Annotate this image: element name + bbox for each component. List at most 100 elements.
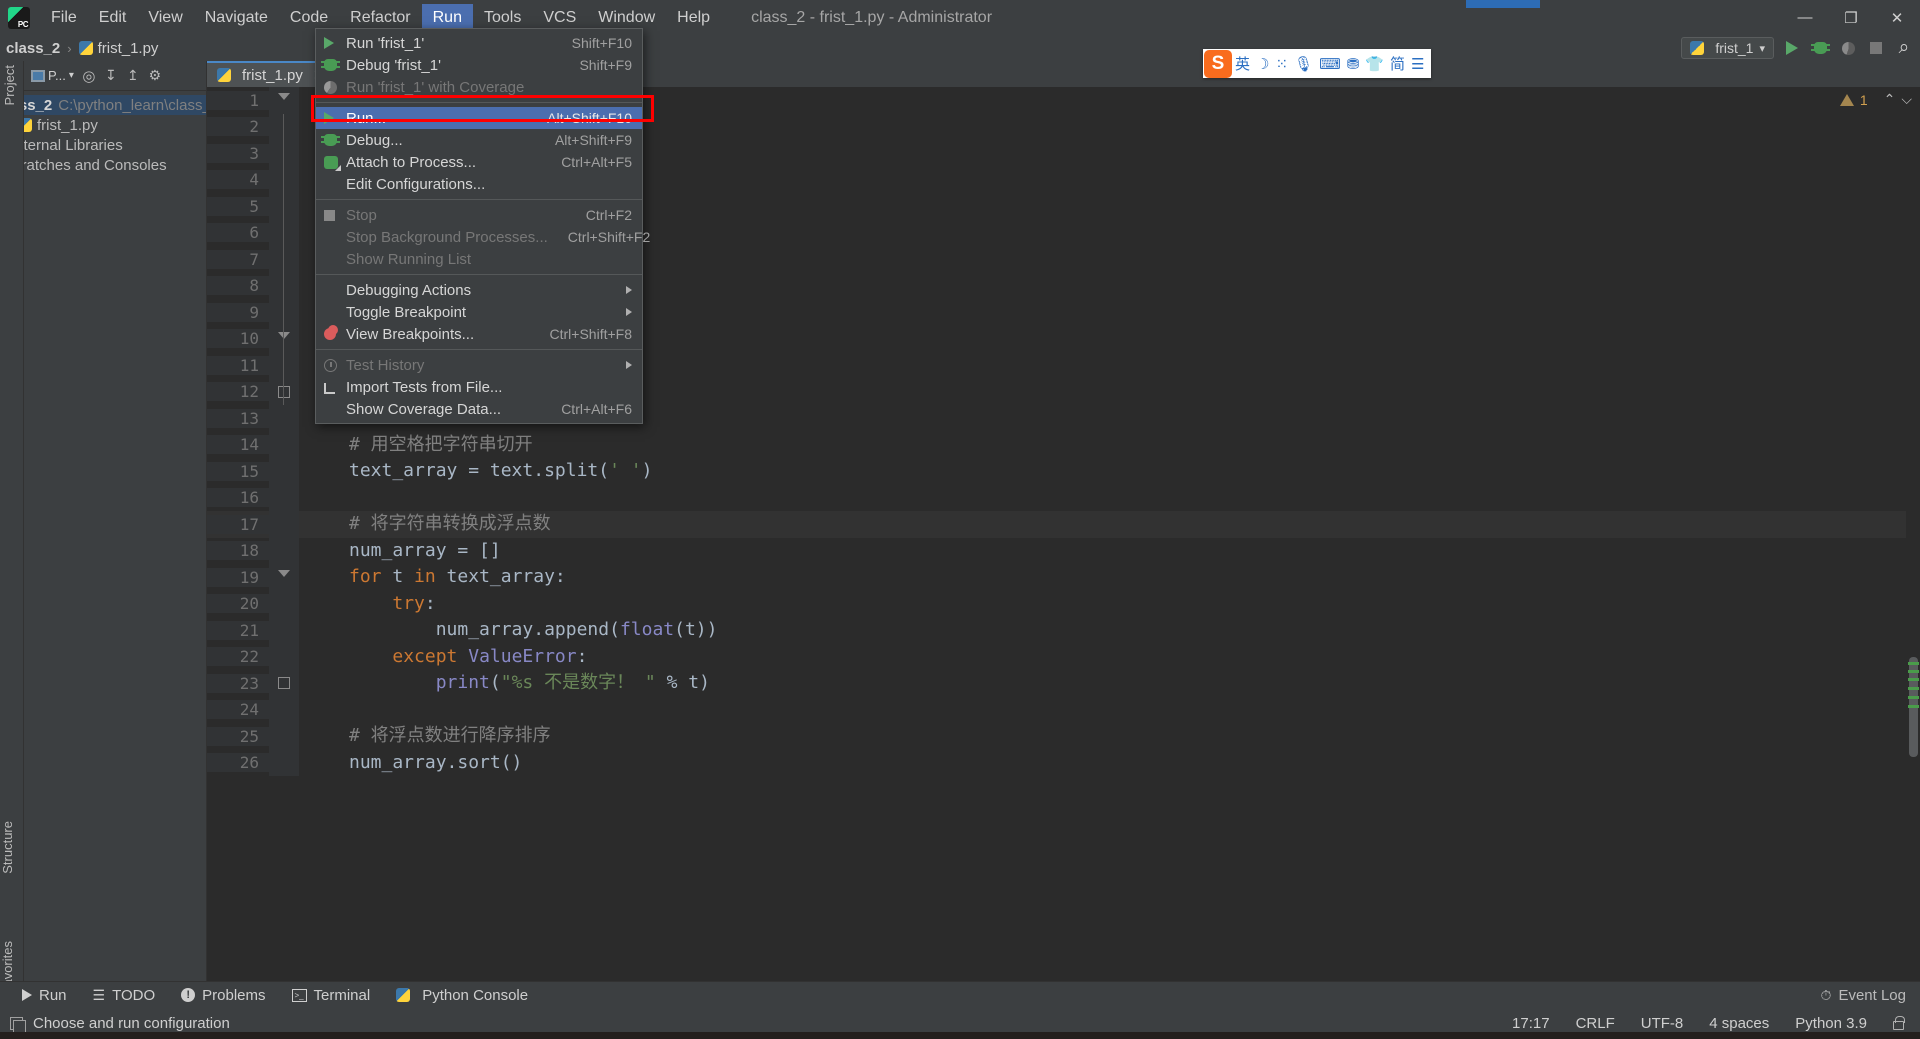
fold-gutter[interactable] — [269, 113, 299, 140]
code-text[interactable]: # 将字符串转换成浮点数 — [299, 511, 551, 538]
line-number[interactable]: 19 — [207, 567, 269, 587]
menu-item-debugging-actions[interactable]: Debugging Actions — [316, 279, 642, 301]
menu-view[interactable]: View — [137, 4, 193, 32]
line-number[interactable]: 14 — [207, 435, 269, 455]
tool-window-project[interactable]: Project — [2, 65, 17, 105]
debug-icon[interactable] — [1810, 38, 1830, 58]
run-menu-dropdown[interactable]: Run 'frist_1' Shift+F10 Debug 'frist_1' Shi… — [315, 28, 650, 424]
tool-window-run[interactable]: Run — [22, 987, 67, 1004]
code-text[interactable]: num_array = [] — [299, 538, 501, 565]
code-text[interactable]: num_array.sort() — [299, 750, 522, 777]
fold-gutter[interactable] — [269, 617, 299, 644]
menu-edit[interactable]: Edit — [88, 4, 138, 32]
fold-gutter[interactable] — [269, 325, 299, 352]
ime-simplified-icon[interactable]: 简 — [1387, 53, 1408, 74]
fold-gutter[interactable] — [269, 352, 299, 379]
fold-gutter[interactable] — [269, 643, 299, 670]
menu-item-attach-to-process[interactable]: Attach to Process... Ctrl+Alt+F5 — [316, 151, 642, 173]
code-text[interactable]: text_array = text.split(' ') — [299, 458, 652, 485]
line-number[interactable]: 10 — [207, 329, 269, 349]
code-text[interactable]: num_array.append(float(t)) — [299, 617, 718, 644]
run-configuration-selector[interactable]: frist_1 ▾ — [1681, 37, 1774, 59]
run-with-coverage-icon[interactable] — [1838, 38, 1858, 58]
menu-item-toggle-breakpoint[interactable]: Toggle Breakpoint — [316, 301, 642, 323]
fold-end-icon[interactable] — [278, 677, 290, 689]
menu-item-run[interactable]: Run... Alt+Shift+F10 — [316, 107, 642, 129]
sogou-ime-toolbar[interactable]: S 英 ☽ ⁙ 🎙 ⌨ ⛃ 👕 简 ☰ — [1203, 49, 1431, 78]
close-button[interactable]: ✕ — [1874, 0, 1920, 35]
menu-item-debug-frist-1[interactable]: Debug 'frist_1' Shift+F9 — [316, 54, 642, 76]
tool-window-python-console[interactable]: Python Console — [396, 987, 528, 1004]
line-number[interactable]: 1 — [207, 90, 269, 110]
fold-gutter[interactable] — [269, 272, 299, 299]
caret-position[interactable]: 17:17 — [1512, 1015, 1550, 1032]
fold-gutter[interactable] — [269, 219, 299, 246]
line-number[interactable]: 16 — [207, 488, 269, 508]
lock-icon[interactable] — [1893, 1015, 1905, 1030]
fold-gutter[interactable] — [269, 299, 299, 326]
search-icon[interactable]: ⌕ — [1894, 37, 1914, 58]
tree-item-scratches[interactable]: Scratches and Consoles — [24, 155, 206, 175]
fold-gutter[interactable] — [269, 564, 299, 591]
menu-item-import-tests-from-file[interactable]: Import Tests from File... — [316, 376, 642, 398]
expand-all-icon[interactable]: ↧ — [101, 66, 121, 86]
fold-gutter[interactable] — [269, 431, 299, 458]
fold-gutter[interactable] — [269, 246, 299, 273]
line-separator[interactable]: CRLF — [1576, 1015, 1615, 1032]
menu-file[interactable]: File — [40, 4, 88, 32]
line-number[interactable]: 8 — [207, 276, 269, 296]
line-number[interactable]: 2 — [207, 117, 269, 137]
code-text[interactable]: # 用空格把字符串切开 — [299, 432, 533, 459]
line-number[interactable]: 24 — [207, 700, 269, 720]
line-number[interactable]: 17 — [207, 514, 269, 534]
line-number[interactable]: 11 — [207, 355, 269, 375]
ime-skin-icon[interactable]: 👕 — [1362, 55, 1387, 73]
tree-item-project-root[interactable]: class_2 C:\python_learn\class_2 — [24, 95, 206, 115]
next-problem-icon[interactable]: ⌵ — [1901, 91, 1912, 108]
fold-gutter[interactable] — [269, 590, 299, 617]
menu-item-edit-configurations[interactable]: Edit Configurations... — [316, 173, 642, 195]
line-number[interactable]: 21 — [207, 620, 269, 640]
fold-gutter[interactable] — [269, 537, 299, 564]
code-text[interactable]: print("%s 不是数字！ " % t) — [299, 670, 710, 697]
ime-keyboard-icon[interactable]: ⌨ — [1316, 55, 1344, 73]
menu-item-debug[interactable]: Debug... Alt+Shift+F9 — [316, 129, 642, 151]
fold-gutter[interactable] — [269, 166, 299, 193]
ime-toolbox-icon[interactable]: ⛃ — [1344, 55, 1363, 73]
python-interpreter[interactable]: Python 3.9 — [1795, 1015, 1867, 1032]
fold-gutter[interactable] — [269, 749, 299, 776]
ime-punctuation-icon[interactable]: ⁙ — [1272, 55, 1291, 73]
project-view-selector[interactable]: P... ▾ — [28, 66, 77, 85]
fold-end-icon[interactable] — [278, 385, 290, 398]
minimize-button[interactable]: — — [1782, 0, 1828, 35]
tool-window-problems[interactable]: ! Problems — [181, 987, 266, 1004]
fold-gutter[interactable] — [269, 696, 299, 723]
previous-problem-icon[interactable]: ⌃ — [1884, 91, 1896, 108]
collapse-all-icon[interactable]: ↥ — [123, 66, 143, 86]
tool-window-structure[interactable]: Structure — [0, 821, 15, 874]
gear-icon[interactable]: ⚙ — [145, 66, 165, 86]
code-text[interactable]: except ValueError: — [299, 644, 587, 671]
inspection-widget[interactable]: 1 ⌃ ⌵ — [1839, 91, 1912, 108]
fold-gutter[interactable] — [269, 511, 299, 538]
tree-item-frist_1[interactable]: frist_1.py — [24, 115, 206, 135]
line-number[interactable]: 5 — [207, 196, 269, 216]
run-icon[interactable] — [1782, 38, 1802, 58]
tool-window-terminal[interactable]: >_ Terminal — [291, 987, 370, 1004]
ime-language-icon[interactable]: 英 — [1232, 53, 1253, 74]
ime-menu-icon[interactable]: ☰ — [1408, 55, 1427, 73]
fold-gutter[interactable] — [269, 140, 299, 167]
event-log-button[interactable]: ⏱ Event Log — [1821, 987, 1906, 1004]
line-number[interactable]: 4 — [207, 170, 269, 190]
editor-vertical-scrollbar[interactable] — [1906, 87, 1920, 981]
menu-item-show-coverage-data[interactable]: Show Coverage Data... Ctrl+Alt+F6 — [316, 398, 642, 420]
fold-gutter[interactable] — [269, 723, 299, 750]
menu-help[interactable]: Help — [666, 4, 721, 32]
fold-gutter[interactable] — [269, 193, 299, 220]
fold-arrow-icon[interactable] — [278, 93, 290, 100]
file-encoding[interactable]: UTF-8 — [1641, 1015, 1684, 1032]
line-number[interactable]: 23 — [207, 673, 269, 693]
line-number[interactable]: 7 — [207, 249, 269, 269]
line-number[interactable]: 15 — [207, 461, 269, 481]
indent-setting[interactable]: 4 spaces — [1709, 1015, 1769, 1032]
